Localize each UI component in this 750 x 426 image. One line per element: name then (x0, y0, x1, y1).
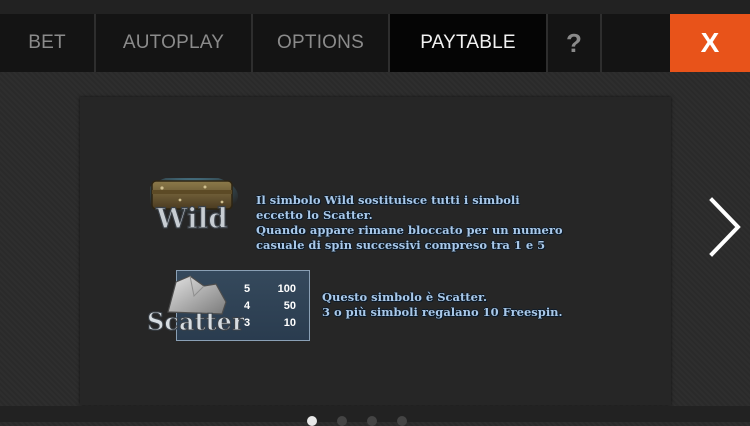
page-dot[interactable] (367, 416, 377, 426)
close-button[interactable]: X (670, 14, 750, 72)
page-dot[interactable] (307, 416, 317, 426)
tab-options[interactable]: OPTIONS (253, 14, 390, 72)
tab-bet[interactable]: BET (0, 14, 96, 72)
page-dot[interactable] (397, 416, 407, 426)
tab-help[interactable]: ? (548, 14, 602, 72)
scatter-symbol-image: Scatter (146, 272, 245, 337)
payout-row: 4 50 (244, 300, 296, 312)
wild-symbol-image: Wild (146, 174, 248, 238)
page-dot[interactable] (337, 416, 347, 426)
payout-row: 5 100 (244, 283, 296, 295)
tab-paytable[interactable]: PAYTABLE (390, 14, 548, 72)
tab-autoplay[interactable]: AUTOPLAY (96, 14, 253, 72)
tab-empty (602, 14, 670, 72)
scatter-symbol-label: Scatter (147, 307, 244, 336)
payout-row: 3 10 (244, 317, 296, 329)
scatter-description: Questo simbolo è Scatter. 3 o più simbol… (322, 290, 563, 319)
wild-description: Il simbolo Wild sostituisce tutti i simb… (256, 193, 563, 252)
top-strip (0, 0, 750, 14)
wild-symbol-label: Wild (155, 202, 228, 235)
chevron-right-icon[interactable] (706, 196, 746, 258)
